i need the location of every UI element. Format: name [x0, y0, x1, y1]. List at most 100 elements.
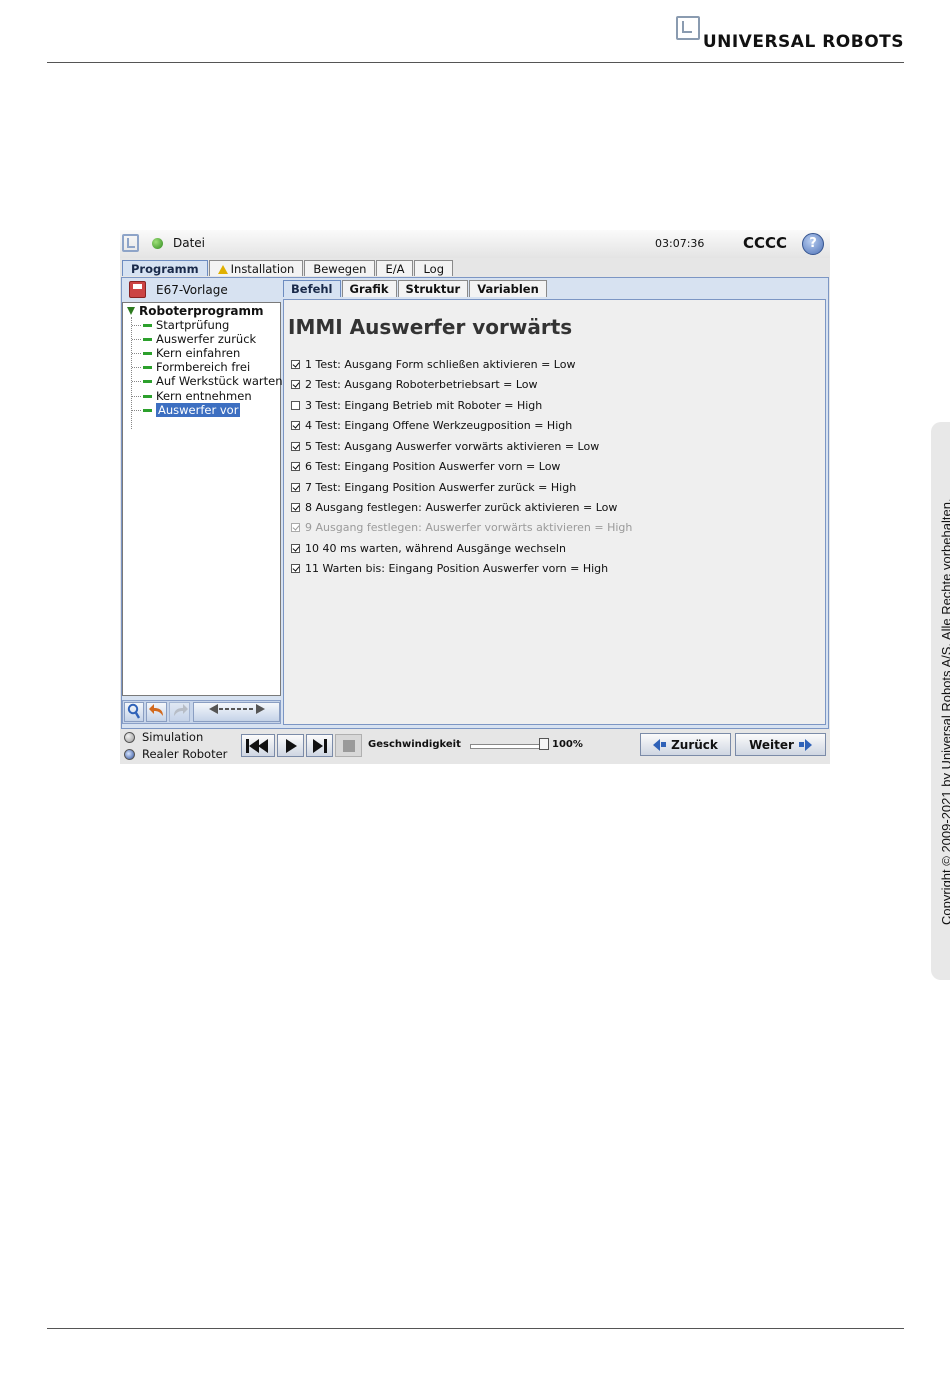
node-icon	[143, 337, 152, 341]
condition-row[interactable]: 4 Test: Eingang Offene Werkzeugposition …	[291, 418, 572, 432]
search-button[interactable]	[124, 702, 144, 722]
logo-text: UNIVERSAL ROBOTS	[702, 32, 904, 52]
tree-item-label: Auswerfer zurück	[156, 332, 257, 346]
condition-row[interactable]: 1 Test: Ausgang Form schließen aktiviere…	[291, 357, 575, 371]
checkbox[interactable]	[291, 420, 300, 430]
tab-ea[interactable]: E/A	[376, 260, 414, 276]
checkbox[interactable]	[291, 563, 300, 573]
condition-label: 9 Ausgang festlegen: Auswerfer vorwärts …	[305, 520, 633, 534]
tree-item[interactable]: Kern einfahren	[132, 346, 240, 360]
move-arrows-icon	[208, 704, 265, 714]
tab-programm[interactable]: Programm	[122, 260, 208, 276]
tree-item-label: Auswerfer vor	[156, 403, 241, 417]
tree-item[interactable]: Formbereich frei	[132, 360, 250, 374]
mode-simulation[interactable]: Simulation	[124, 730, 203, 744]
move-node-button[interactable]	[193, 702, 280, 722]
node-icon	[143, 365, 152, 369]
play-button[interactable]	[277, 734, 304, 757]
checkbox[interactable]	[291, 400, 300, 410]
rewind-button[interactable]	[241, 734, 275, 757]
condition-row[interactable]: 5 Test: Ausgang Auswerfer vorwärts aktiv…	[291, 439, 599, 453]
condition-label: 2 Test: Ausgang Roboterbetriebsart = Low	[305, 377, 538, 391]
program-tree-panel: E67-Vorlage Roboterprogramm Startprüfung…	[122, 280, 283, 727]
tree-item[interactable]: Startprüfung	[132, 318, 229, 332]
condition-label: 4 Test: Eingang Offene Werkzeugposition …	[305, 418, 573, 432]
checkbox[interactable]	[291, 461, 300, 471]
tab-log[interactable]: Log	[414, 260, 454, 276]
undo-button[interactable]	[146, 702, 167, 722]
radio-button[interactable]	[124, 731, 135, 743]
radio-button[interactable]	[124, 748, 135, 760]
tree-item[interactable]: Auf Werkstück warten	[132, 374, 283, 388]
condition-label: 3 Test: Eingang Betrieb mit Roboter = Hi…	[305, 398, 543, 412]
checkbox[interactable]	[291, 441, 300, 451]
node-icon	[143, 351, 152, 355]
tree-item[interactable]: Auswerfer zurück	[132, 332, 256, 346]
ur-logo-icon[interactable]	[122, 234, 139, 252]
condition-row[interactable]: 10 40 ms warten, während Ausgänge wechse…	[291, 541, 566, 555]
tab-variablen[interactable]: Variablen	[469, 280, 547, 297]
redo-button[interactable]	[169, 702, 190, 722]
checkbox[interactable]	[291, 482, 300, 492]
tree-item-label: Auf Werkstück warten	[156, 374, 283, 388]
node-icon	[143, 394, 152, 398]
search-icon	[127, 703, 141, 719]
arrow-left-icon	[653, 738, 661, 751]
speed-label: Geschwindigkeit	[368, 739, 461, 750]
tab-bewegen[interactable]: Bewegen	[304, 260, 376, 276]
program-tree: Roboterprogramm Startprüfung Auswerfer z…	[122, 302, 283, 696]
condition-row[interactable]: 3 Test: Eingang Betrieb mit Roboter = Hi…	[291, 398, 542, 412]
mode-real-robot[interactable]: Realer Roboter	[124, 747, 227, 761]
stop-icon	[342, 739, 355, 752]
expand-triangle-icon[interactable]	[127, 307, 135, 315]
tree-item-label: Kern einfahren	[156, 346, 241, 360]
help-button[interactable]: ?	[802, 233, 824, 255]
tree-item-label: Kern entnehmen	[156, 389, 252, 403]
tab-struktur[interactable]: Struktur	[397, 280, 469, 297]
tree-item-selected[interactable]: Auswerfer vor	[132, 403, 241, 417]
tab-grafik[interactable]: Grafik	[341, 280, 397, 297]
top-bar: Datei 03:07:36 CCCC ?	[120, 230, 830, 258]
speed-slider-handle[interactable]	[539, 738, 549, 750]
checkbox[interactable]	[291, 543, 300, 553]
condition-row[interactable]: 11 Warten bis: Eingang Position Auswerfe…	[291, 561, 608, 575]
page-footer-rule	[47, 1328, 904, 1329]
stop-button[interactable]	[335, 734, 362, 757]
condition-row[interactable]: 7 Test: Eingang Position Auswerfer zurüc…	[291, 480, 576, 494]
tree-root-label: Roboterprogramm	[139, 304, 264, 318]
checkbox[interactable]	[291, 359, 300, 369]
tab-installation[interactable]: Installation	[208, 260, 304, 276]
condition-row[interactable]: 8 Ausgang festlegen: Auswerfer zurück ak…	[291, 500, 617, 514]
robot-name: CCCC	[743, 234, 788, 252]
play-icon	[285, 738, 297, 753]
back-button[interactable]: Zurück	[640, 733, 731, 756]
tree-item[interactable]: Kern entnehmen	[132, 389, 252, 403]
node-icon	[143, 323, 152, 327]
bottom-bar: Simulation Realer Roboter Geschwindigkei…	[120, 729, 830, 764]
checkbox[interactable]	[291, 502, 300, 512]
condition-label: 1 Test: Ausgang Form schließen aktiviere…	[305, 357, 576, 371]
save-icon[interactable]	[129, 281, 146, 298]
condition-row[interactable]: 6 Test: Eingang Position Auswerfer vorn …	[291, 459, 560, 473]
tab-installation-label: Installation	[230, 262, 295, 276]
condition-label: 11 Warten bis: Eingang Position Auswerfe…	[305, 561, 609, 575]
file-menu[interactable]: Datei	[173, 236, 205, 250]
back-label: Zurück	[671, 737, 718, 752]
warning-icon	[217, 265, 228, 274]
step-button[interactable]	[306, 734, 333, 757]
condition-row[interactable]: 2 Test: Ausgang Roboterbetriebsart = Low	[291, 377, 538, 391]
undo-icon	[148, 704, 163, 716]
condition-row-disabled: 9 Ausgang festlegen: Auswerfer vorwärts …	[291, 520, 632, 534]
checkbox[interactable]	[291, 379, 300, 389]
next-button[interactable]: Weiter	[735, 733, 826, 756]
copyright-notice: Copyright © 2009-2021 by Universal Robot…	[939, 498, 950, 925]
clock: 03:07:36	[655, 237, 705, 250]
tree-root[interactable]: Roboterprogramm	[127, 304, 263, 318]
main-tabs: Programm Installation Bewegen E/A Log	[122, 260, 454, 277]
program-name: E67-Vorlage	[156, 283, 228, 297]
command-panel: Befehl Grafik Struktur Variablen IMMI Au…	[283, 280, 828, 727]
condition-label: 6 Test: Eingang Position Auswerfer vorn …	[305, 459, 561, 473]
tab-befehl[interactable]: Befehl	[283, 280, 341, 297]
speed-slider[interactable]	[470, 744, 548, 749]
condition-label: 10 40 ms warten, während Ausgänge wechse…	[305, 541, 566, 555]
